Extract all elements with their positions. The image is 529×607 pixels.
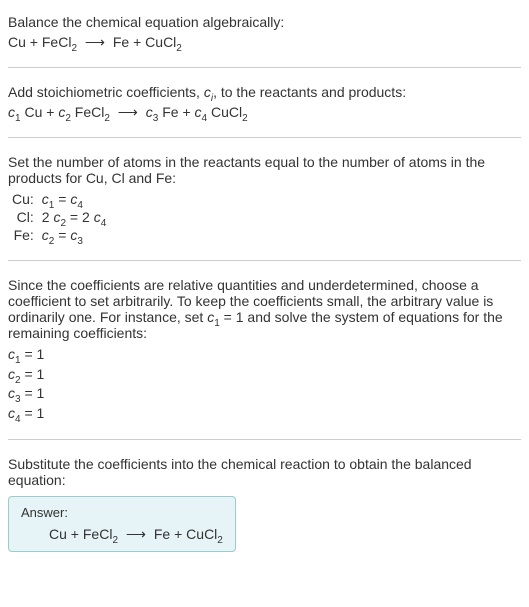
eq-fecl: FeCl — [42, 34, 72, 50]
coef-c: c — [8, 346, 15, 362]
stoich-heading-a: Add stoichiometric coefficients, — [8, 84, 204, 100]
ans-plus2: + — [170, 526, 186, 542]
answer-label: Answer: — [21, 505, 223, 520]
ans-cucl-sub: 2 — [217, 535, 223, 546]
coef-row: c4 = 1 — [8, 404, 521, 424]
rhs-s: 3 — [77, 236, 83, 247]
row-eq: c1 = c4 — [38, 190, 110, 208]
s-plus1: + — [42, 104, 58, 120]
coef-row: c2 = 1 — [8, 365, 521, 385]
s-plus2: + — [179, 104, 195, 120]
s-cu: Cu — [24, 104, 42, 120]
answer-box: Answer: Cu + FeCl2 ⟶ Fe + CuCl2 — [8, 496, 236, 552]
eq-sign: = — [54, 191, 70, 207]
coef-v: = 1 — [21, 385, 45, 401]
section-stoich: Add stoichiometric coefficients, ci, to … — [8, 78, 521, 127]
eq-cu: Cu — [8, 34, 26, 50]
ans-fecl: FeCl — [83, 526, 113, 542]
section-solve: Since the coefficients are relative quan… — [8, 271, 521, 429]
table-row: Cu: c1 = c4 — [8, 190, 110, 208]
stoich-heading-b: , to the reactants and products: — [213, 84, 406, 100]
s-cucl: CuCl — [211, 104, 242, 120]
atoms-heading: Set the number of atoms in the reactants… — [8, 154, 521, 186]
ans-cu: Cu — [49, 526, 67, 542]
s-arrow: ⟶ — [114, 104, 142, 120]
coef-c: c — [8, 385, 15, 401]
lhs-c: c — [42, 227, 49, 243]
coef-row: c1 = 1 — [8, 345, 521, 365]
divider-3 — [8, 260, 521, 261]
s-fecl: FeCl — [75, 104, 105, 120]
stoich-ci-c: c — [204, 84, 211, 100]
ans-fecl-sub: 2 — [112, 535, 118, 546]
c3-c: c — [146, 104, 153, 120]
coef-list: c1 = 1 c2 = 1 c3 = 1 c4 = 1 — [8, 345, 521, 423]
coef-row: c3 = 1 — [8, 384, 521, 404]
balance-heading-text: Balance the chemical equation algebraica… — [8, 14, 521, 30]
row-elem: Fe: — [8, 226, 38, 244]
table-row: Fe: c2 = c3 — [8, 226, 110, 244]
eq-fe: Fe — [113, 34, 129, 50]
coef-v: = 1 — [21, 346, 45, 362]
ans-cucl: CuCl — [186, 526, 217, 542]
stoich-equation: c1 Cu + c2 FeCl2 ⟶ c3 Fe + c4 CuCl2 — [8, 104, 521, 121]
balanced-equation: Cu + FeCl2 ⟶ Fe + CuCl2 — [21, 526, 223, 543]
eq-plus2: + — [129, 34, 145, 50]
section-atoms: Set the number of atoms in the reactants… — [8, 148, 521, 250]
row-eq: 2 c2 = 2 c4 — [38, 208, 110, 226]
coef-c: c — [8, 405, 15, 421]
eq-sign: = 2 — [66, 209, 94, 225]
eq-cucl-sub: 2 — [176, 43, 182, 54]
eq-plus1: + — [26, 34, 42, 50]
c4-c: c — [195, 104, 202, 120]
rhs-s: 4 — [101, 218, 107, 229]
divider-1 — [8, 67, 521, 68]
row-elem: Cu: — [8, 190, 38, 208]
rhs-c: c — [94, 209, 101, 225]
row-eq: c2 = c3 — [38, 226, 110, 244]
coef-v: = 1 — [21, 405, 45, 421]
coef-c: c — [8, 366, 15, 382]
s-fecl-sub: 2 — [104, 113, 110, 124]
ans-fe: Fe — [154, 526, 170, 542]
section-answer: Substitute the coefficients into the che… — [8, 450, 521, 558]
eq-cucl: CuCl — [145, 34, 176, 50]
atoms-table: Cu: c1 = c4 Cl: 2 c2 = 2 c4 Fe: c2 = c3 — [8, 190, 110, 244]
section-balance-heading: Balance the chemical equation algebraica… — [8, 8, 521, 57]
eq-fecl-sub: 2 — [71, 43, 77, 54]
c1-c: c — [8, 104, 15, 120]
answer-heading: Substitute the coefficients into the che… — [8, 456, 521, 488]
eq-arrow: ⟶ — [81, 34, 109, 50]
ans-arrow: ⟶ — [122, 526, 150, 542]
unbalanced-equation: Cu + FeCl2 ⟶ Fe + CuCl2 — [8, 34, 521, 51]
lhs-pre: 2 — [42, 209, 54, 225]
ans-plus1: + — [67, 526, 83, 542]
divider-4 — [8, 439, 521, 440]
c1-s: 1 — [15, 113, 21, 124]
divider-2 — [8, 137, 521, 138]
row-elem: Cl: — [8, 208, 38, 226]
solve-heading: Since the coefficients are relative quan… — [8, 277, 521, 341]
s-cucl-sub: 2 — [242, 113, 248, 124]
table-row: Cl: 2 c2 = 2 c4 — [8, 208, 110, 226]
coef-v: = 1 — [21, 366, 45, 382]
stoich-heading: Add stoichiometric coefficients, ci, to … — [8, 84, 521, 100]
lhs-c: c — [42, 191, 49, 207]
eq-sign: = — [54, 227, 70, 243]
s-fe: Fe — [162, 104, 178, 120]
